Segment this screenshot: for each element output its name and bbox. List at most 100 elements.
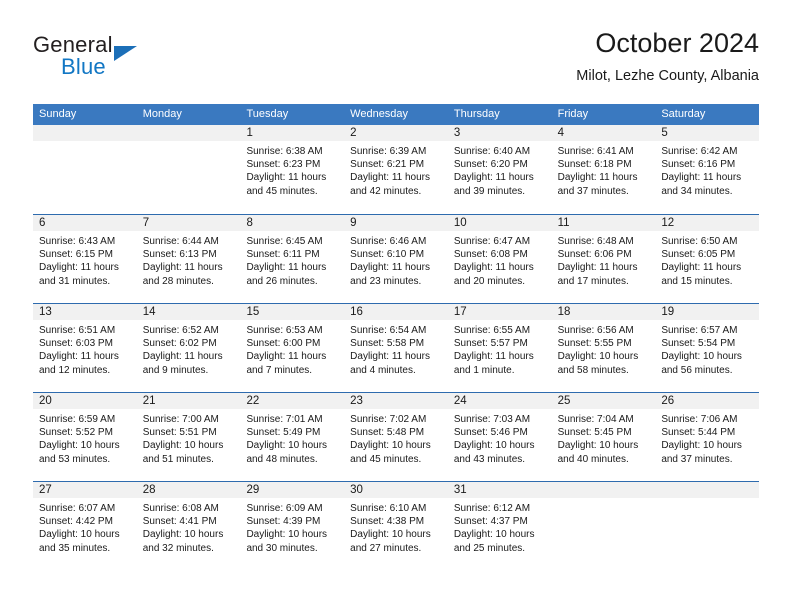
- day-number: 16: [350, 306, 363, 318]
- day-number-band: 6: [33, 215, 137, 231]
- day-number: 4: [557, 127, 564, 139]
- day-number-band: 3: [447, 125, 552, 141]
- sunrise-text: Sunrise: 7:04 AM: [557, 414, 634, 425]
- calendar-day-cell[interactable]: 9 Sunrise: 6:46 AM Sunset: 6:10 PM Daylight…: [344, 215, 448, 303]
- sunrise-text: Sunrise: 6:56 AM: [557, 325, 634, 336]
- day-details: Sunrise: 6:47 AM Sunset: 6:08 PM Daylight:…: [448, 231, 552, 288]
- day-number: 10: [453, 217, 467, 229]
- calendar-day-cell[interactable]: 24 Sunrise: 7:03 AM Sunset: 5:46 PM Dayligh…: [447, 393, 552, 481]
- calendar-day-cell[interactable]: 20 Sunrise: 6:59 AM Sunset: 5:52 PM Dayligh…: [33, 393, 137, 481]
- day-number-band: 2: [344, 125, 448, 141]
- day-details: Sunrise: 6:09 AM Sunset: 4:39 PM Daylight:…: [240, 498, 344, 555]
- calendar-day-cell[interactable]: 6 Sunrise: 6:43 AM Sunset: 6:15 PM Daylight…: [33, 215, 137, 303]
- day-details: Sunrise: 7:02 AM Sunset: 5:48 PM Daylight:…: [344, 409, 448, 466]
- calendar-day-cell[interactable]: 21 Sunrise: 7:00 AM Sunset: 5:51 PM Dayligh…: [136, 393, 241, 481]
- calendar-day-cell[interactable]: 12 Sunrise: 6:50 AM Sunset: 6:05 PM Dayligh…: [655, 215, 760, 303]
- daylight-text: Daylight: 11 hours and 34 minutes.: [661, 172, 742, 197]
- sunset-text: Sunset: 5:54 PM: [661, 338, 736, 350]
- daylight-text: Daylight: 11 hours and 9 minutes.: [142, 351, 223, 376]
- calendar-day-cell[interactable]: 17 Sunrise: 6:55 AM Sunset: 5:57 PM Dayligh…: [447, 304, 552, 392]
- day-number: 6: [39, 217, 46, 229]
- day-details: Sunrise: 6:42 AM Sunset: 6:16 PM Daylight:…: [655, 141, 759, 198]
- calendar-day-cell[interactable]: 2 Sunrise: 6:39 AM Sunset: 6:21 PM Daylight…: [344, 125, 448, 214]
- sunrise-text: Sunrise: 6:54 AM: [350, 325, 427, 336]
- sunrise-text: Sunrise: 6:08 AM: [142, 503, 219, 514]
- calendar-day-cell[interactable]: 13 Sunrise: 6:51 AM Sunset: 6:03 PM Dayligh…: [33, 304, 137, 392]
- day-number-band: 27: [33, 482, 137, 498]
- daylight-text: Daylight: 10 hours and 56 minutes.: [661, 351, 742, 376]
- calendar-day-cell-empty: [33, 125, 137, 214]
- sunrise-text: Sunrise: 7:03 AM: [453, 414, 531, 425]
- calendar-day-cell[interactable]: 27 Sunrise: 6:07 AM Sunset: 4:42 PM Dayligh…: [33, 482, 137, 570]
- calendar-day-cell[interactable]: 31 Sunrise: 6:12 AM Sunset: 4:37 PM Dayligh…: [447, 482, 552, 570]
- sunrise-text: Sunrise: 6:43 AM: [39, 236, 116, 247]
- daylight-text: Daylight: 10 hours and 32 minutes.: [142, 529, 224, 554]
- sunrise-text: Sunrise: 6:52 AM: [142, 325, 219, 336]
- day-number-band: 25: [551, 393, 656, 409]
- calendar-day-cell[interactable]: 29 Sunrise: 6:09 AM Sunset: 4:39 PM Dayligh…: [240, 482, 345, 570]
- calendar-grid: Sunday Monday Tuesday Wednesday Thursday Frid…: [33, 104, 760, 570]
- day-details: Sunrise: 6:52 AM Sunset: 6:02 PM Daylight:…: [137, 320, 241, 377]
- sunset-text: Sunset: 5:52 PM: [39, 427, 113, 439]
- day-number: 5: [661, 127, 668, 139]
- sunrise-text: Sunrise: 6:38 AM: [246, 146, 323, 157]
- day-details: Sunrise: 6:51 AM Sunset: 6:03 PM Daylight:…: [33, 320, 137, 377]
- day-number-band: 13: [33, 304, 137, 320]
- calendar-week-row: 13 Sunrise: 6:51 AM Sunset: 6:03 PM Dayligh…: [33, 303, 760, 392]
- sunrise-text: Sunrise: 6:50 AM: [661, 236, 738, 247]
- daylight-text: Daylight: 10 hours and 30 minutes.: [246, 529, 328, 554]
- calendar-weeks: 1 Sunrise: 6:38 AM Sunset: 6:23 PM Daylight…: [33, 125, 760, 570]
- sunrise-text: Sunrise: 6:44 AM: [142, 236, 219, 247]
- calendar-day-cell[interactable]: 26 Sunrise: 7:06 AM Sunset: 5:44 PM Dayligh…: [655, 393, 760, 481]
- day-number-band: 8: [240, 215, 345, 231]
- weekday-header-saturday: Saturday: [661, 108, 706, 120]
- calendar-day-cell[interactable]: 7 Sunrise: 6:44 AM Sunset: 6:13 PM Daylight…: [136, 215, 241, 303]
- calendar-day-cell[interactable]: 18 Sunrise: 6:56 AM Sunset: 5:55 PM Dayligh…: [551, 304, 656, 392]
- logo-text-blue: Blue: [61, 54, 106, 79]
- day-details: Sunrise: 6:39 AM Sunset: 6:21 PM Daylight:…: [344, 141, 448, 198]
- calendar-day-cell[interactable]: 16 Sunrise: 6:54 AM Sunset: 5:58 PM Dayligh…: [344, 304, 448, 392]
- daylight-text: Daylight: 10 hours and 48 minutes.: [246, 440, 328, 465]
- calendar-day-cell[interactable]: 11 Sunrise: 6:48 AM Sunset: 6:06 PM Dayligh…: [551, 215, 656, 303]
- calendar-page: General Blue October 2024 Milot, Lezhe C…: [0, 0, 792, 612]
- calendar-day-cell[interactable]: 28 Sunrise: 6:08 AM Sunset: 4:41 PM Dayligh…: [136, 482, 241, 570]
- day-number: 31: [453, 484, 467, 496]
- day-details: Sunrise: 6:44 AM Sunset: 6:13 PM Daylight:…: [137, 231, 241, 288]
- day-number: 12: [661, 217, 675, 229]
- daylight-text: Daylight: 11 hours and 42 minutes.: [350, 172, 431, 197]
- calendar-day-cell[interactable]: 23 Sunrise: 7:02 AM Sunset: 5:48 PM Dayligh…: [344, 393, 448, 481]
- calendar-day-cell[interactable]: 19 Sunrise: 6:57 AM Sunset: 5:54 PM Dayligh…: [655, 304, 760, 392]
- calendar-day-cell[interactable]: 5 Sunrise: 6:42 AM Sunset: 6:16 PM Daylight…: [655, 125, 760, 214]
- sunset-text: Sunset: 6:20 PM: [453, 159, 528, 171]
- sunset-text: Sunset: 6:08 PM: [453, 249, 528, 261]
- daylight-text: Daylight: 10 hours and 51 minutes.: [142, 440, 224, 465]
- weekday-header-friday: Friday: [557, 108, 589, 120]
- sunrise-text: Sunrise: 6:55 AM: [453, 325, 531, 336]
- general-blue-logo: General Blue: [33, 32, 233, 88]
- calendar-day-cell[interactable]: 30 Sunrise: 6:10 AM Sunset: 4:38 PM Dayligh…: [344, 482, 448, 570]
- day-number: 29: [246, 484, 260, 496]
- sunrise-text: Sunrise: 6:53 AM: [246, 325, 323, 336]
- day-details: Sunrise: 6:59 AM Sunset: 5:52 PM Daylight:…: [33, 409, 137, 466]
- calendar-day-cell[interactable]: 15 Sunrise: 6:53 AM Sunset: 6:00 PM Dayligh…: [240, 304, 345, 392]
- calendar-day-cell[interactable]: 3 Sunrise: 6:40 AM Sunset: 6:20 PM Daylight…: [447, 125, 552, 214]
- day-number: 21: [142, 395, 156, 407]
- calendar-day-cell[interactable]: 10 Sunrise: 6:47 AM Sunset: 6:08 PM Dayligh…: [447, 215, 552, 303]
- day-number: 3: [453, 127, 461, 139]
- day-number-band: 31: [447, 482, 552, 498]
- day-number-band: 23: [344, 393, 448, 409]
- sunrise-text: Sunrise: 6:39 AM: [350, 146, 427, 157]
- day-number-band: 9: [344, 215, 448, 231]
- daylight-text: Daylight: 11 hours and 39 minutes.: [453, 172, 534, 197]
- calendar-week-row: 20 Sunrise: 6:59 AM Sunset: 5:52 PM Dayligh…: [33, 392, 760, 481]
- day-details: Sunrise: 7:06 AM Sunset: 5:44 PM Daylight:…: [655, 409, 759, 466]
- calendar-day-cell[interactable]: 14 Sunrise: 6:52 AM Sunset: 6:02 PM Dayligh…: [136, 304, 241, 392]
- calendar-day-cell-empty: [136, 125, 241, 214]
- calendar-day-cell[interactable]: 4 Sunrise: 6:41 AM Sunset: 6:18 PM Daylight…: [551, 125, 656, 214]
- calendar-day-cell[interactable]: 25 Sunrise: 7:04 AM Sunset: 5:45 PM Dayligh…: [551, 393, 656, 481]
- daylight-text: Daylight: 11 hours and 4 minutes.: [350, 351, 431, 376]
- calendar-day-cell[interactable]: 8 Sunrise: 6:45 AM Sunset: 6:11 PM Daylight…: [240, 215, 345, 303]
- calendar-day-cell[interactable]: 1 Sunrise: 6:38 AM Sunset: 6:23 PM Daylight…: [240, 125, 345, 214]
- calendar-day-cell[interactable]: 22 Sunrise: 7:01 AM Sunset: 5:49 PM Dayligh…: [240, 393, 345, 481]
- weekday-header-thursday: Thursday: [453, 108, 500, 120]
